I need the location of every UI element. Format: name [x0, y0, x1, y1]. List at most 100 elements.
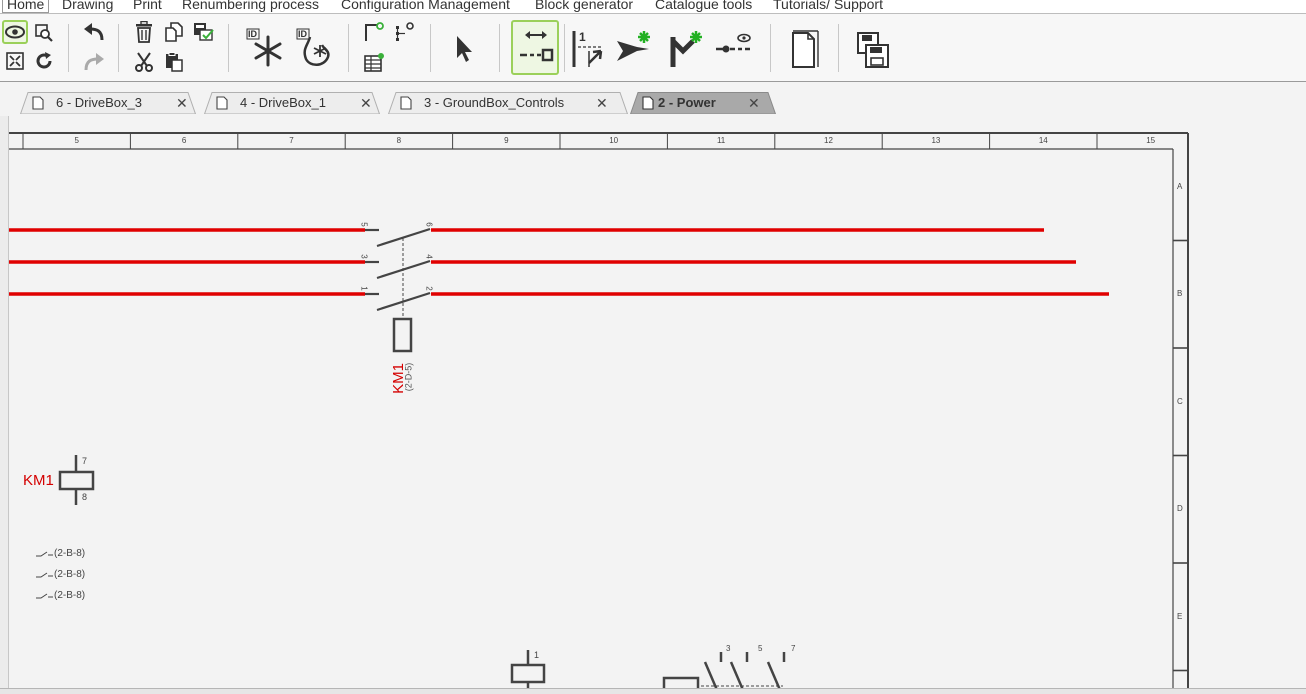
- document-icon: [642, 96, 654, 110]
- menu-drawing[interactable]: Drawing: [62, 0, 113, 12]
- toolbar-separator: [430, 24, 431, 72]
- toolbar-separator: [228, 24, 229, 72]
- ribbon-toolbar: ID ID 1: [0, 14, 1306, 82]
- pin-label: 2: [424, 286, 434, 291]
- contactor-location: (2-D-5): [403, 362, 414, 392]
- insert-wire-icon[interactable]: [712, 26, 756, 72]
- save-all-icon[interactable]: [850, 24, 894, 74]
- column-label: 12: [824, 136, 833, 145]
- toolbar-separator: [564, 24, 565, 72]
- document-icon: [32, 96, 44, 110]
- status-bar: [0, 688, 1306, 694]
- menu-renumbering[interactable]: Renumbering process: [182, 0, 319, 12]
- column-label: 13: [931, 136, 941, 145]
- redo-icon[interactable]: [80, 50, 108, 74]
- row-grid: [1173, 239, 1188, 672]
- column-label: 10: [609, 136, 619, 145]
- document-icon: [400, 96, 412, 110]
- column-label: 7: [289, 136, 294, 145]
- schematic-drawing: [9, 132, 1189, 688]
- toolbar-separator: [348, 24, 349, 72]
- select-arrow-icon[interactable]: [446, 28, 480, 68]
- menu-catalogue-tools[interactable]: Catalogue tools: [655, 0, 752, 12]
- page-list-icon[interactable]: [361, 50, 387, 74]
- column-label: 5: [74, 136, 79, 145]
- cross-reference-icon[interactable]: 1: [566, 24, 606, 74]
- pin-label: 5: [359, 222, 369, 227]
- navigate-icon[interactable]: [391, 20, 417, 44]
- drawing-canvas[interactable]: 5 3 1 6 4 2 KM1 (2-D-5) KM1 7 8 (2-B-8) …: [8, 116, 1306, 688]
- coil-km1[interactable]: [58, 455, 95, 505]
- paste-icon[interactable]: [161, 50, 187, 74]
- contactor-km1[interactable]: [365, 227, 431, 353]
- svg-text:ID: ID: [248, 29, 258, 39]
- close-icon[interactable]: ✕: [360, 96, 372, 110]
- validate-icon[interactable]: [191, 20, 217, 44]
- toolbar-separator: [838, 24, 839, 72]
- insert-contact-icon[interactable]: [664, 24, 708, 74]
- coil-contact-ref: (2-B-8): [54, 569, 86, 580]
- pin-label: 3: [359, 254, 369, 259]
- zoom-fit-icon[interactable]: [3, 50, 27, 72]
- tab-label: 3 - GroundBox_Controls: [424, 95, 565, 110]
- tab-power[interactable]: 2 - Power ✕: [630, 92, 776, 114]
- coil-pin-top: 7: [82, 456, 88, 466]
- side-panel-collapsed[interactable]: [0, 116, 8, 688]
- tab-drivebox-1[interactable]: 4 - DriveBox_1 ✕: [204, 92, 380, 114]
- toolbar-separator: [499, 24, 500, 72]
- tab-drivebox-3[interactable]: 6 - DriveBox_3 ✕: [20, 92, 196, 114]
- column-label: 9: [504, 136, 509, 145]
- column-label: 6: [181, 136, 187, 145]
- menu-tutorials[interactable]: Tutorials/ Support: [773, 0, 883, 12]
- menu-block-generator[interactable]: Block generator: [535, 0, 633, 12]
- column-label: 14: [1038, 136, 1048, 145]
- coil-contact-ref: (2-B-8): [54, 548, 86, 559]
- coil-contact-ref: (2-B-8): [54, 590, 86, 601]
- cut-icon[interactable]: [131, 50, 157, 74]
- insert-symbol-icon[interactable]: [612, 24, 656, 74]
- page-frame-icon[interactable]: [784, 24, 824, 74]
- toolbar-separator: [68, 24, 69, 72]
- menu-bar: Home Drawing Print Renumbering process C…: [0, 0, 1306, 14]
- tab-label: 6 - DriveBox_3: [56, 95, 142, 110]
- document-icon: [216, 96, 228, 110]
- unfreeze-icon[interactable]: ID: [294, 24, 334, 70]
- bottom-contact-pin: 3: [726, 644, 731, 653]
- column-label: 11: [716, 136, 726, 145]
- menu-print[interactable]: Print: [133, 0, 162, 12]
- column-label: 15: [1146, 136, 1156, 145]
- tab-label: 2 - Power: [658, 95, 716, 110]
- bottom-contact-pin: 5: [758, 644, 763, 653]
- tab-label: 4 - DriveBox_1: [240, 95, 326, 110]
- insert-page-icon[interactable]: [361, 20, 387, 44]
- toolbar-separator: [770, 24, 771, 72]
- pin-label: 1: [359, 286, 369, 291]
- copy-icon[interactable]: [161, 20, 187, 44]
- refresh-icon[interactable]: [32, 50, 56, 72]
- row-label: E: [1177, 611, 1183, 621]
- menu-configuration[interactable]: Configuration Management: [341, 0, 510, 12]
- close-icon[interactable]: ✕: [748, 96, 760, 110]
- menu-home[interactable]: Home: [2, 0, 50, 13]
- close-icon[interactable]: ✕: [596, 96, 608, 110]
- connect-wire-icon[interactable]: [511, 20, 559, 75]
- row-label: C: [1177, 396, 1183, 406]
- delete-icon[interactable]: [131, 20, 157, 44]
- pin-label: 6: [424, 222, 434, 227]
- zoom-window-icon[interactable]: [32, 22, 56, 44]
- bottom-contact-pin: 7: [791, 644, 796, 653]
- pin-label: 4: [424, 254, 434, 259]
- tab-groundbox-controls[interactable]: 3 - GroundBox_Controls ✕: [388, 92, 628, 114]
- close-icon[interactable]: ✕: [176, 96, 188, 110]
- row-label: A: [1177, 181, 1183, 191]
- document-tabs: 6 - DriveBox_3 ✕ 4 - DriveBox_1 ✕ 3 - Gr…: [10, 92, 1306, 114]
- bottom-contacts[interactable]: [662, 652, 786, 688]
- toolbar-separator: [118, 24, 119, 72]
- coil-pin-bottom: 8: [82, 492, 88, 502]
- row-label: B: [1177, 289, 1183, 299]
- freeze-icon[interactable]: ID: [244, 24, 284, 70]
- undo-icon[interactable]: [80, 20, 108, 44]
- bottom-coil-pin: 1: [534, 650, 540, 660]
- view-icon[interactable]: [2, 20, 28, 44]
- bottom-coil[interactable]: [510, 650, 546, 688]
